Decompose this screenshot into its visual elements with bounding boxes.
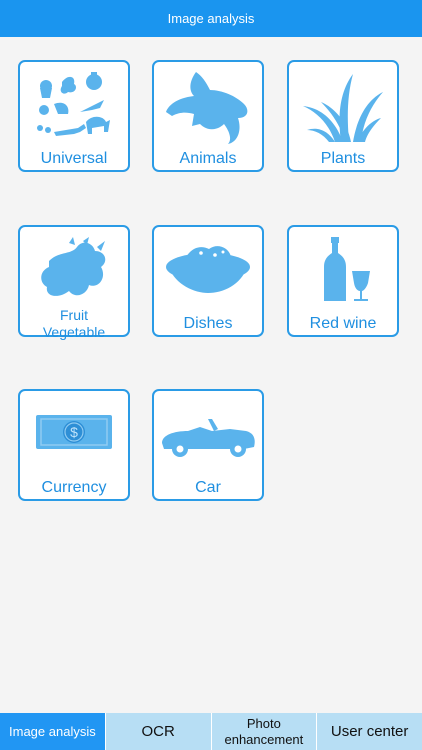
- bottom-tab-bar: Image analysis OCR Photo enhancement Use…: [0, 713, 422, 750]
- dish-icon: [166, 246, 250, 293]
- svg-text:$: $: [70, 424, 78, 440]
- category-label: Car: [195, 479, 221, 496]
- category-label: Universal: [40, 150, 108, 167]
- grass-icon: [303, 74, 383, 142]
- tab-label: Image analysis: [9, 724, 96, 739]
- tab-user-center[interactable]: User center: [316, 713, 422, 750]
- top-bar: Image analysis: [0, 0, 422, 37]
- category-label: Animals: [179, 150, 237, 167]
- tab-label: User center: [330, 723, 409, 740]
- category-label: Dishes: [183, 315, 233, 332]
- tab-ocr[interactable]: OCR: [104, 713, 211, 750]
- category-tile-currency[interactable]: $ Currency: [18, 389, 130, 501]
- fruit-vegetable-icon: [41, 237, 106, 296]
- universal-collage-icon: [37, 72, 110, 136]
- category-tile-fruit-vegetable[interactable]: Fruit Vegetable: [18, 225, 130, 340]
- tab-label: OCR: [141, 723, 175, 740]
- page-title: Image analysis: [167, 11, 255, 26]
- category-tile-car[interactable]: Car: [152, 389, 264, 501]
- tab-label: Photo enhancement: [224, 715, 304, 747]
- tab-image-analysis[interactable]: Image analysis: [0, 713, 105, 750]
- category-tile-animals[interactable]: Animals: [152, 60, 264, 172]
- category-tile-red-wine[interactable]: Red wine: [287, 225, 399, 337]
- category-label: Fruit Vegetable: [42, 307, 106, 340]
- category-tile-universal[interactable]: Universal: [18, 60, 130, 172]
- category-label: Plants: [320, 150, 366, 167]
- banknote-icon: $: [36, 415, 112, 449]
- category-tile-plants[interactable]: Plants: [287, 60, 399, 172]
- category-label: Currency: [41, 479, 107, 496]
- category-label: Red wine: [309, 315, 377, 332]
- category-tile-dishes[interactable]: Dishes: [152, 225, 264, 337]
- goldfish-icon: [166, 72, 248, 144]
- tab-photo-enhancement[interactable]: Photo enhancement: [210, 713, 317, 750]
- wine-bottle-glass-icon: [324, 237, 370, 301]
- convertible-car-icon: [162, 419, 255, 457]
